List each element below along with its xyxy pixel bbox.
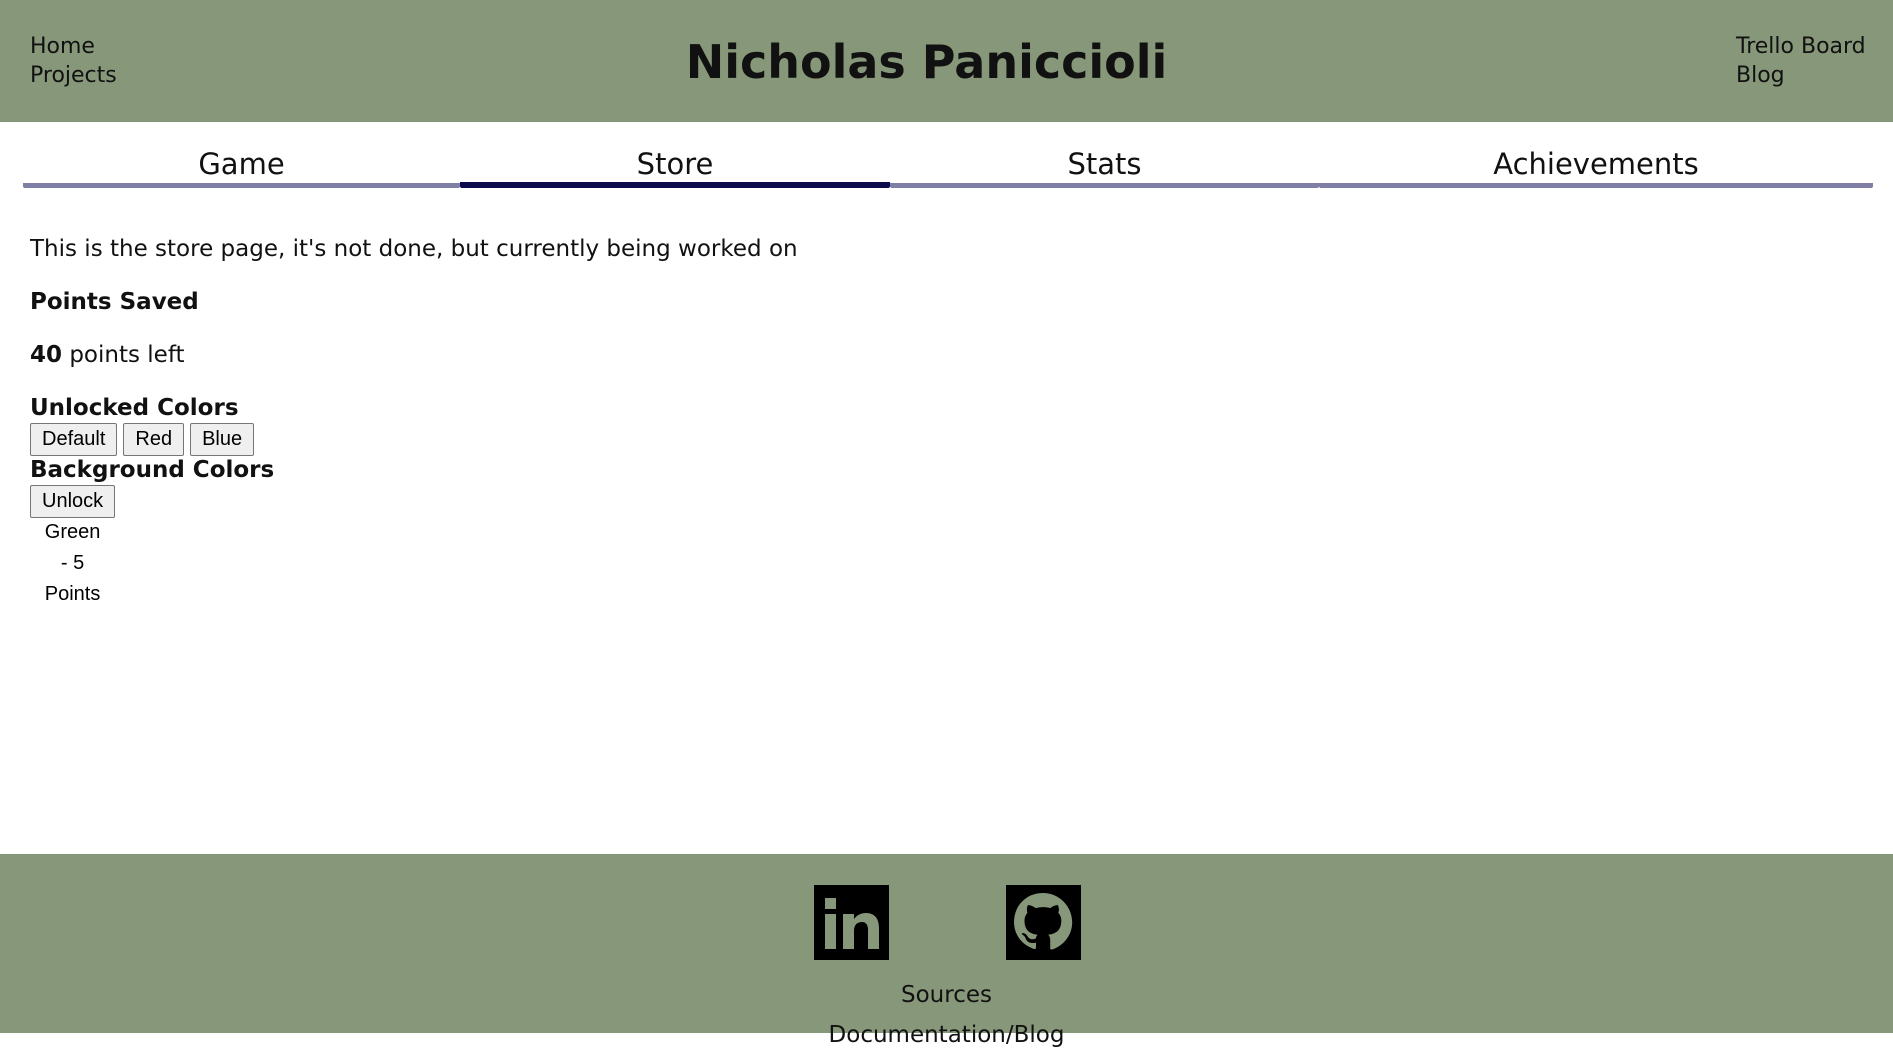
points-suffix: points left [62,342,185,368]
site-header: Home Projects Nicholas Paniccioli Trello… [0,0,1893,122]
unlocked-colors-heading: Unlocked Colors [30,395,239,421]
site-footer: Sources Documentation/Blog [0,854,1893,1048]
unlocked-colors-buttons: Default Red Blue [30,423,255,456]
background-colors-buttons: Unlock Green - 5 Points [30,485,116,605]
points-value: 40 [30,342,63,368]
color-blue-button[interactable]: Blue [190,423,255,456]
points-left-text: 40 points left [30,338,185,372]
points-saved-heading: Points Saved [30,289,199,315]
store-intro-text: This is the store page, it's not done, b… [30,236,798,262]
nav-right: Trello Board Blog [1736,32,1866,90]
tab-game[interactable]: Game [23,144,460,188]
github-icon[interactable] [1006,885,1081,960]
linkedin-icon[interactable] [814,885,889,960]
tab-stats[interactable]: Stats [890,144,1319,188]
color-red-button[interactable]: Red [123,423,185,456]
documentation-blog-link[interactable]: Documentation/Blog [0,1020,1893,1050]
sources-link[interactable]: Sources [0,980,1893,1010]
tab-store[interactable]: Store [460,144,890,188]
site-title: Nicholas Paniccioli [685,35,1168,89]
color-default-button[interactable]: Default [30,423,118,456]
background-colors-heading: Background Colors [30,457,275,483]
tab-bar: Game Store Stats Achievements [23,144,1873,188]
nav-link-trello-board[interactable]: Trello Board [1736,32,1866,61]
tab-achievements[interactable]: Achievements [1319,144,1873,188]
unlock-green-button[interactable]: Unlock Green - 5 Points [30,485,116,605]
nav-link-blog[interactable]: Blog [1736,61,1866,90]
